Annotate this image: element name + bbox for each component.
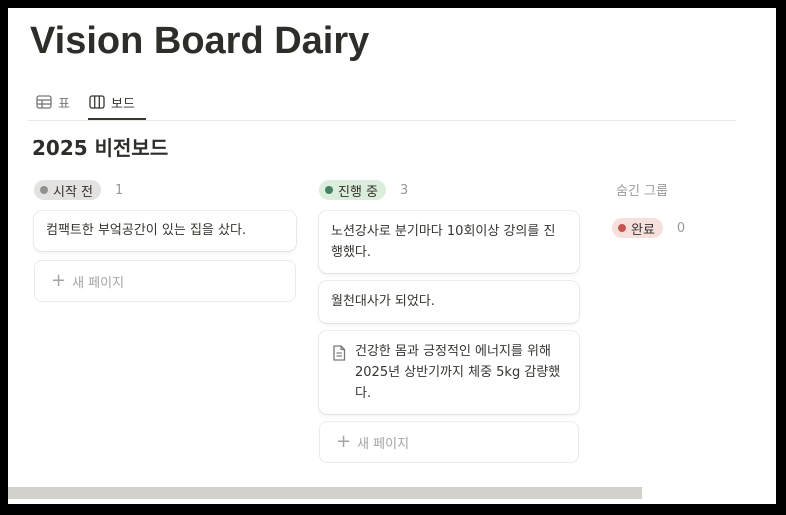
status-label: 완료 (631, 222, 655, 238)
board-card[interactable]: 건강한 몸과 긍정적인 에너지를 위해 2025년 상반기까지 체중 5kg 감… (319, 331, 579, 414)
status-label: 진행 중 (338, 184, 379, 200)
column-header-not-started[interactable]: 시작 전 1 (34, 178, 123, 202)
status-pill-in-progress: 진행 중 (319, 180, 387, 200)
status-pill-done: 완료 (612, 218, 663, 238)
tab-board-label: 보드 (111, 96, 135, 112)
plus-icon: + (336, 431, 352, 452)
new-page-label: 새 페이지 (72, 275, 125, 291)
page-title: Vision Board Dairy (30, 20, 370, 62)
card-title: 컴팩트한 부엌공간이 있는 집을 샀다. (46, 223, 247, 238)
board-icon (89, 95, 105, 109)
board-card[interactable]: 컴팩트한 부엌공간이 있는 집을 샀다. (34, 211, 296, 251)
board-view: Vision Board Dairy 표 보드 2025 비전보드 시작 전 1… (8, 8, 776, 504)
status-dot (325, 186, 333, 194)
column-count: 1 (115, 182, 124, 198)
card-title: 월천대사가 되었다. (331, 294, 435, 309)
status-label: 시작 전 (53, 184, 94, 200)
board-card[interactable]: 노션강사로 분기마다 10회이상 강의를 진행했다. (319, 211, 579, 273)
table-icon (36, 95, 52, 109)
document-icon (333, 345, 346, 361)
new-page-label: 새 페이지 (357, 436, 410, 452)
column-count: 3 (400, 182, 409, 198)
tabs-divider (28, 120, 736, 121)
hidden-groups-label: 숨긴 그룹 (616, 184, 668, 199)
column-header-in-progress[interactable]: 진행 중 3 (319, 178, 408, 202)
board-card[interactable]: 월천대사가 되었다. (319, 281, 579, 323)
status-dot (40, 186, 48, 194)
status-dot (618, 224, 626, 232)
new-page-button[interactable]: + 새 페이지 (34, 260, 296, 302)
tab-table[interactable]: 표 (36, 86, 70, 118)
horizontal-scrollbar[interactable] (8, 487, 642, 499)
column-count: 0 (676, 220, 686, 236)
hidden-group-done[interactable]: 완료 0 (612, 216, 685, 240)
tab-table-label: 표 (58, 96, 70, 112)
card-title: 노션강사로 분기마다 10회이상 강의를 진행했다. (331, 224, 556, 260)
tab-board[interactable]: 보드 (88, 86, 146, 120)
status-pill-not-started: 시작 전 (34, 180, 102, 200)
card-title: 건강한 몸과 긍정적인 에너지를 위해 2025년 상반기까지 체중 5kg 감… (355, 344, 561, 401)
board-title: 2025 비전보드 (32, 136, 169, 160)
new-page-button[interactable]: + 새 페이지 (319, 421, 579, 463)
plus-icon: + (51, 270, 67, 291)
